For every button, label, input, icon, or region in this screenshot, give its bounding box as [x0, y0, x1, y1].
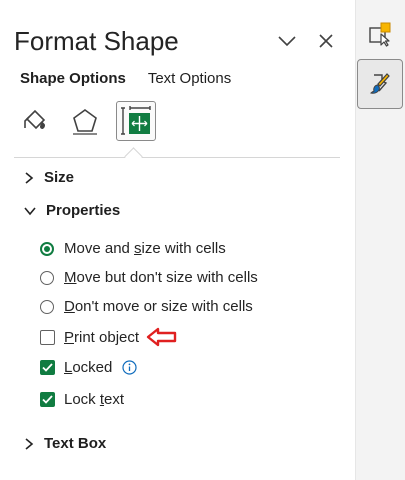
radio-move-and-size-label: Move and size with cells: [64, 240, 226, 257]
format-shape-button[interactable]: [357, 59, 403, 109]
checkbox[interactable]: [40, 329, 55, 345]
select-shape-icon: [369, 22, 391, 47]
checkbox-locked-label: Locked: [64, 359, 113, 376]
radio-move-and-size[interactable]: Move and size with cells: [40, 240, 226, 257]
radio-button[interactable]: [40, 299, 54, 314]
close-icon: [319, 34, 333, 48]
checkbox-lock-text[interactable]: Lock text: [40, 391, 124, 408]
arrow-left-icon: [146, 327, 177, 347]
section-text-box-label: Text Box: [44, 435, 107, 452]
chevron-down-icon: [24, 206, 36, 215]
checkbox-lock-text-label: Lock text: [64, 391, 125, 408]
paint-brush-icon: [370, 73, 390, 94]
divider: [14, 157, 340, 158]
options-tabs: Shape Options Text Options: [20, 70, 231, 87]
right-task-pane-bar: [355, 0, 405, 480]
section-text-box[interactable]: Text Box: [24, 435, 106, 452]
radio-dont-move-or-size[interactable]: Don't move or size with cells: [40, 298, 253, 315]
selected-tab-caret: [124, 147, 143, 166]
checkbox-checked[interactable]: [40, 360, 55, 375]
radio-move-dont-size[interactable]: Move but don't size with cells: [40, 269, 258, 286]
checkmark-icon: [42, 395, 53, 404]
size-properties-icon: [121, 106, 151, 135]
section-size-label: Size: [44, 169, 75, 186]
effects-button[interactable]: [66, 102, 104, 140]
format-shape-pane: Format Shape Shape Options Text Options: [0, 0, 355, 480]
category-icon-row: [16, 101, 156, 141]
chevron-down-icon: [278, 36, 296, 47]
checkbox-checked[interactable]: [40, 392, 55, 407]
checkbox-print-object[interactable]: Print object: [40, 327, 179, 347]
radio-dont-move-or-size-label: Don't move or size with cells: [64, 298, 253, 315]
close-pane-button[interactable]: [315, 30, 337, 52]
chevron-right-icon: [25, 437, 34, 450]
info-button[interactable]: [122, 360, 137, 375]
section-properties[interactable]: Properties: [24, 202, 120, 219]
tab-text-options[interactable]: Text Options: [148, 70, 231, 87]
size-properties-button[interactable]: [116, 101, 156, 141]
selection-pane-button[interactable]: [356, 10, 404, 58]
pane-title: Format Shape: [14, 26, 179, 56]
chevron-right-icon: [25, 171, 34, 184]
section-size[interactable]: Size: [24, 169, 74, 186]
fill-line-icon: [24, 109, 46, 130]
checkbox-locked[interactable]: Locked: [40, 359, 137, 376]
fill-line-button[interactable]: [16, 102, 54, 140]
radio-move-dont-size-label: Move but don't size with cells: [64, 269, 258, 286]
tab-shape-options[interactable]: Shape Options: [20, 70, 126, 87]
pane-options-button[interactable]: [276, 30, 298, 52]
red-arrow-annotation: [145, 327, 179, 347]
info-icon: [122, 360, 137, 375]
checkbox-print-object-label: Print object: [64, 328, 140, 346]
radio-button[interactable]: [40, 270, 54, 285]
pentagon-icon: [73, 109, 97, 135]
section-properties-label: Properties: [46, 202, 121, 219]
radio-button-selected[interactable]: [40, 241, 54, 256]
checkmark-icon: [42, 363, 53, 372]
